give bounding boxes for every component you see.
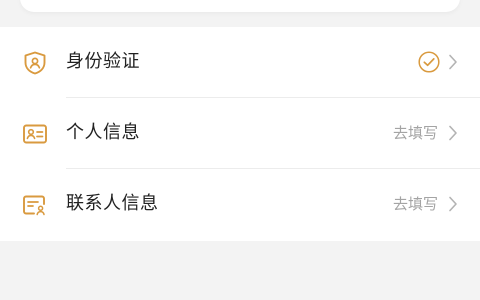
identity-verification-label: 身份验证: [66, 51, 140, 72]
contact-info-status: 去填写: [392, 195, 438, 213]
chevron-right-icon: [449, 196, 457, 212]
id-card-icon: [23, 124, 47, 144]
check-circle-icon: [418, 51, 440, 73]
id-shield-icon: [24, 51, 46, 75]
chevron-right-icon: [449, 54, 457, 70]
personal-info-label: 个人信息: [66, 122, 140, 143]
list-item-personal-info[interactable]: 个人信息 去填写: [0, 98, 480, 169]
chevron-right-icon: [449, 125, 457, 141]
list-item-contact-info[interactable]: 联系人信息 去填写: [0, 169, 480, 240]
personal-info-status: 去填写: [392, 124, 438, 142]
list-item-identity-verification[interactable]: 身份验证: [0, 27, 480, 98]
settings-screen: 身份验证 个人信息 去填写 联系人信息 去填写: [0, 0, 480, 300]
contact-info-label: 联系人信息: [66, 193, 159, 214]
previous-card: [20, 0, 460, 12]
contact-form-icon: [23, 195, 45, 216]
info-list: 身份验证 个人信息 去填写 联系人信息 去填写: [0, 27, 480, 241]
